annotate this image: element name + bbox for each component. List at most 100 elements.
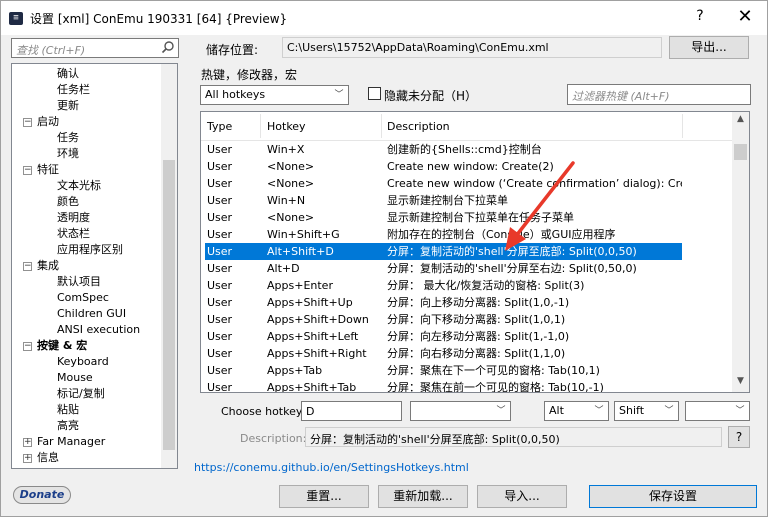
hotkey-cell-type: User — [207, 330, 233, 343]
sidebar-item[interactable]: 标记/复制 — [57, 386, 105, 402]
hotkey-cell-description: 显示新建控制台下拉菜单 — [387, 194, 508, 207]
hotkey-cell-description: Create new window: Create(2) — [387, 160, 554, 173]
modifier2-select[interactable]: Shift ﹀ — [614, 401, 679, 421]
help-title-button[interactable]: ? — [691, 8, 709, 28]
sidebar-item[interactable]: 环境 — [57, 146, 79, 162]
sidebar-item[interactable]: ComSpec — [57, 290, 109, 306]
search-icon — [161, 40, 175, 57]
hotkeys-group-label: 热键，修改器，宏 — [201, 68, 298, 82]
description-help-button[interactable]: ? — [728, 426, 750, 448]
column-divider[interactable] — [381, 114, 382, 138]
scroll-up-icon[interactable]: ▲ — [732, 114, 749, 124]
sidebar-item[interactable]: ANSI execution — [57, 322, 140, 338]
help-link[interactable]: https://conemu.github.io/en/SettingsHotk… — [194, 461, 469, 474]
hotkey-cell-type: User — [207, 143, 233, 156]
sidebar-item[interactable]: 文本光标 — [57, 178, 101, 194]
sidebar-search-placeholder: 查找 (Ctrl+F) — [16, 44, 86, 57]
description-value: 分屏：复制活动的'shell'分屏至底部: Split(0,0,50) — [310, 433, 560, 446]
reset-button[interactable]: 重置... — [279, 485, 369, 508]
hotkey-row[interactable]: User Win+Shift+G 附加存在的控制台（Console）或GUI应用程序 — [205, 226, 682, 243]
scroll-down-icon[interactable]: ▼ — [732, 376, 749, 386]
modifier3-select[interactable]: ﹀ — [685, 401, 750, 421]
hotkey-row[interactable]: User Win+N 显示新建控制台下拉菜单 — [205, 192, 682, 209]
modifier1-select[interactable]: Alt ﹀ — [544, 401, 609, 421]
save-settings-button[interactable]: 保存设置 — [589, 485, 757, 508]
hotkey-row[interactable]: User Apps+Shift+Tab 分屏：聚焦在前一个可见的窗格: Tab(10… — [205, 379, 682, 393]
sidebar-item[interactable]: 信息 — [37, 450, 59, 466]
sidebar-item[interactable]: 特征 — [37, 162, 59, 178]
hotkey-cell-description: 显示新建控制台下拉菜单在任务子菜单 — [387, 211, 574, 224]
hotkey-cell-type: User — [207, 245, 233, 258]
hotkey-filter-input[interactable]: 过滤器热键 (Alt+F) — [567, 84, 751, 105]
sidebar-item[interactable]: 确认 — [57, 66, 79, 82]
hotkey-cell-hotkey: Apps+Shift+Down — [267, 313, 369, 326]
column-divider[interactable] — [682, 114, 683, 138]
sidebar-item[interactable]: 任务栏 — [57, 82, 90, 98]
column-header-hotkey[interactable]: Hotkey — [267, 120, 306, 133]
hotkeys-scrollbar-thumb[interactable] — [734, 144, 747, 160]
hotkey-row[interactable]: User <None> Create new window (‘Create con… — [205, 175, 682, 192]
sidebar-item[interactable]: 高亮 — [57, 418, 79, 434]
sidebar-item[interactable]: 透明度 — [57, 210, 90, 226]
hotkey-row[interactable]: User <None> 显示新建控制台下拉菜单在任务子菜单 — [205, 209, 682, 226]
sidebar-item[interactable]: 任务 — [57, 130, 79, 146]
export-button[interactable]: 导出... — [669, 36, 749, 59]
collapse-icon[interactable]: − — [23, 342, 32, 351]
hotkey-cell-description: 创建新的{Shells::cmd}控制台 — [387, 143, 542, 156]
sidebar-item[interactable]: 集成 — [37, 258, 59, 274]
description-label: Description: — [240, 432, 307, 445]
hotkey-row[interactable]: User Apps+Enter 分屏： 最大化/恢复活动的窗格: Split(3) — [205, 277, 682, 294]
sidebar-search-input[interactable]: 查找 (Ctrl+F) — [11, 38, 179, 58]
column-header-description[interactable]: Description — [387, 120, 450, 133]
collapse-icon[interactable]: − — [23, 166, 32, 175]
hotkey-row[interactable]: User Win+X 创建新的{Shells::cmd}控制台 — [205, 141, 682, 158]
sidebar-item[interactable]: Far Manager — [37, 434, 105, 450]
tree-scrollbar-thumb[interactable] — [163, 160, 175, 450]
hotkey-row[interactable]: User Apps+Shift+Up 分屏：向上移动分离器: Split(1,0,-… — [205, 294, 682, 311]
key-select[interactable]: ﹀ — [410, 401, 511, 421]
sidebar-item[interactable]: 粘贴 — [57, 402, 79, 418]
hotkey-row[interactable]: User Apps+Shift+Left 分屏：向左移动分离器: Split(1,-… — [205, 328, 682, 345]
import-button[interactable]: 导入... — [477, 485, 567, 508]
sidebar-item[interactable]: 按键 & 宏 — [37, 338, 87, 354]
modifier2-value: Shift — [619, 404, 645, 417]
sidebar-item[interactable]: Mouse — [57, 370, 93, 386]
sidebar-item[interactable]: 颜色 — [57, 194, 79, 210]
column-header-type[interactable]: Type — [207, 120, 232, 133]
sidebar-item[interactable]: Keyboard — [57, 354, 109, 370]
hotkey-cell-type: User — [207, 160, 233, 173]
hotkey-row[interactable]: User Apps+Shift+Right 分屏：向右移动分离器: Split(1,… — [205, 345, 682, 362]
sidebar-item[interactable]: Children GUI — [57, 306, 126, 322]
expand-icon[interactable]: + — [23, 438, 32, 447]
hotkey-cell-type: User — [207, 381, 233, 393]
reload-button[interactable]: 重新加载... — [378, 485, 468, 508]
hotkey-cell-description: 分屏：向右移动分离器: Split(1,1,0) — [387, 347, 566, 360]
column-divider[interactable] — [260, 114, 261, 138]
hotkey-row[interactable]: User Alt+Shift+D 分屏：复制活动的'shell'分屏至底部: Spl… — [205, 243, 682, 260]
sidebar-item[interactable]: 状态栏 — [57, 226, 90, 242]
hotkey-row[interactable]: User Apps+Shift+Down 分屏：向下移动分离器: Split(1,0… — [205, 311, 682, 328]
tree-scrollbar[interactable] — [161, 64, 177, 468]
hotkey-input[interactable]: D — [301, 401, 402, 421]
hotkey-row[interactable]: User Apps+Tab 分屏：聚焦在下一个可见的窗格: Tab(10,1) — [205, 362, 682, 379]
close-button[interactable]: ✕ — [735, 6, 755, 28]
sidebar-item[interactable]: 更新 — [57, 98, 79, 114]
hotkey-cell-hotkey: Apps+Shift+Left — [267, 330, 359, 343]
hotkey-filter-combo[interactable]: All hotkeys ﹀ — [200, 85, 349, 105]
sidebar-item[interactable]: 启动 — [37, 114, 59, 130]
hide-unassigned-checkbox[interactable] — [368, 87, 381, 100]
chevron-down-icon: ﹀ — [664, 406, 674, 416]
sidebar-item[interactable]: 默认项目 — [57, 274, 101, 290]
sidebar-item[interactable]: 应用程序区别 — [57, 242, 123, 258]
hotkey-cell-description: 分屏：向左移动分离器: Split(1,-1,0) — [387, 330, 570, 343]
hotkey-cell-description: 分屏：聚焦在前一个可见的窗格: Tab(10,-1) — [387, 381, 604, 393]
collapse-icon[interactable]: − — [23, 118, 32, 127]
storage-path-field[interactable]: C:\Users\15752\AppData\Roaming\ConEmu.xm… — [282, 37, 662, 58]
donate-button[interactable]: Donate — [13, 486, 71, 504]
hotkeys-scrollbar[interactable]: ▲ ▼ — [732, 112, 749, 392]
hotkey-cell-hotkey: Win+Shift+G — [267, 228, 340, 241]
expand-icon[interactable]: + — [23, 454, 32, 463]
hotkey-row[interactable]: User Alt+D 分屏：复制活动的'shell'分屏至右边: Split(0,5… — [205, 260, 682, 277]
hotkey-row[interactable]: User <None> Create new window: Create(2) — [205, 158, 682, 175]
collapse-icon[interactable]: − — [23, 262, 32, 271]
